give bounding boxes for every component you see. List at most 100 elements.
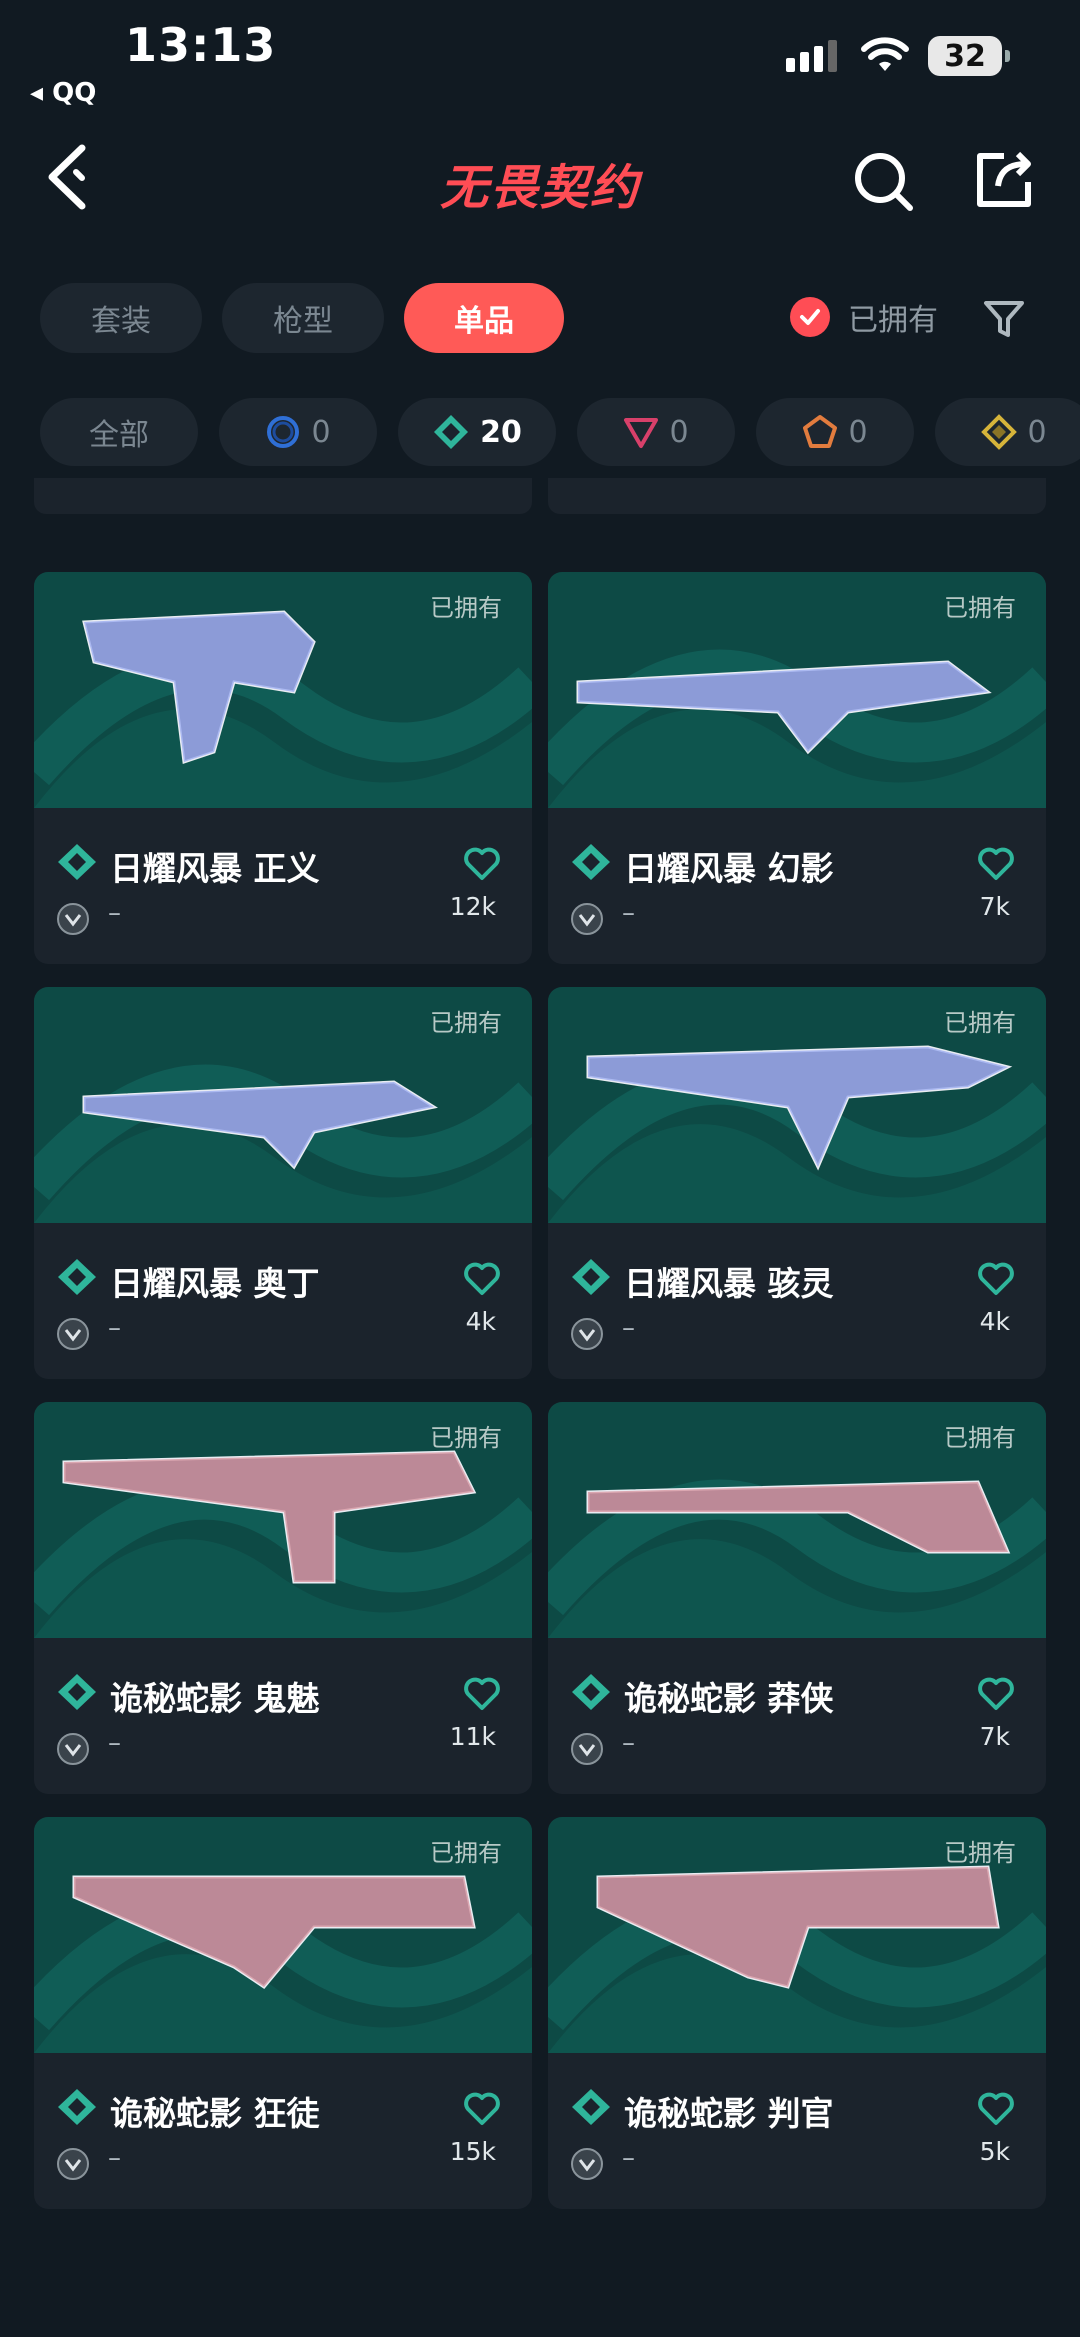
tier-filter-row: 全部 0 20 0 0 0 [0,398,1080,468]
deluxe-tier-icon [58,2089,96,2125]
skin-image: 已拥有 [548,572,1046,808]
skin-name: 诡秘蛇影 狂徒 [110,2094,320,2133]
skin-grid: 已拥有 日耀风暴 正义 – 12k 已拥有 日耀风暴 幻影 – 7k 已拥有 日… [0,478,1080,2337]
skin-grade: – [108,1313,121,1343]
tab-suit[interactable]: 套装 [40,283,202,353]
skin-name: 诡秘蛇影 判官 [624,2094,834,2133]
tier-deluxe[interactable]: 20 [398,398,556,466]
tier-premium-count: 0 [669,414,689,450]
skin-card[interactable]: 已拥有 诡秘蛇影 莽侠 – 7k [548,1402,1046,1794]
deluxe-tier-icon [572,1259,610,1295]
skin-name: 日耀风暴 幻影 [624,849,834,888]
heart-icon[interactable] [976,1259,1016,1299]
heart-icon[interactable] [976,844,1016,884]
owned-filter-toggle[interactable]: 已拥有 [790,295,938,339]
skin-grade: – [108,898,121,928]
select-tier-icon [267,416,300,448]
ultra-tier-icon [981,414,1018,450]
tab-single-item[interactable]: 单品 [404,283,564,353]
partial-card-top-left [34,478,532,514]
tier-select-count: 0 [311,414,331,450]
skin-grade: – [108,2143,121,2173]
owned-tag: 已拥有 [430,1009,502,1037]
exclusive-tier-icon [803,415,838,448]
like-count: 5k [979,2137,1010,2166]
battery-indicator: 32 [928,36,1010,76]
tier-exclusive[interactable]: 0 [756,398,914,466]
grade-badge-icon [571,903,603,935]
grade-badge-icon [571,1733,603,1765]
deluxe-tier-icon [434,415,469,449]
app-logo-title: 无畏契约 [439,160,640,216]
heart-icon[interactable] [462,2089,502,2129]
heart-icon[interactable] [462,1259,502,1299]
like-count: 4k [979,1307,1010,1336]
back-to-app-link[interactable]: ◂ QQ [30,78,96,108]
skin-card[interactable]: 已拥有 日耀风暴 骇灵 – 4k [548,987,1046,1379]
owned-tag: 已拥有 [430,1424,502,1452]
heart-icon[interactable] [976,2089,1016,2129]
deluxe-tier-icon [572,844,610,880]
share-icon[interactable] [970,146,1036,212]
like-count: 15k [449,2137,496,2166]
skin-name: 诡秘蛇影 鬼魅 [110,1679,320,1718]
tier-exclusive-count: 0 [848,414,868,450]
tier-premium[interactable]: 0 [577,398,735,466]
skin-grade: – [108,1728,121,1758]
skin-image: 已拥有 [548,1817,1046,2053]
tier-ultra[interactable]: 0 [935,398,1080,466]
premium-tier-icon [624,418,659,448]
skin-name: 诡秘蛇影 莽侠 [624,1679,834,1718]
back-arrow-icon[interactable] [42,142,102,212]
grade-badge-icon [57,1733,89,1765]
skin-image: 已拥有 [34,572,532,808]
deluxe-tier-icon [58,1259,96,1295]
heart-icon[interactable] [462,844,502,884]
skin-card[interactable]: 已拥有 日耀风暴 正义 – 12k [34,572,532,964]
skin-card[interactable]: 已拥有 诡秘蛇影 狂徒 – 15k [34,1817,532,2209]
tier-ultra-count: 0 [1027,414,1047,450]
skin-card[interactable]: 已拥有 日耀风暴 奥丁 – 4k [34,987,532,1379]
skin-card[interactable]: 已拥有 诡秘蛇影 判官 – 5k [548,1817,1046,2209]
skin-grade: – [622,898,635,928]
status-bar: 13:13 ◂ QQ 32 [0,0,1080,110]
like-count: 12k [449,892,496,921]
heart-icon[interactable] [462,1674,502,1714]
like-count: 7k [979,1722,1010,1751]
skin-card[interactable]: 已拥有 诡秘蛇影 鬼魅 – 11k [34,1402,532,1794]
skin-card[interactable]: 已拥有 日耀风暴 幻影 – 7k [548,572,1046,964]
deluxe-tier-icon [572,1674,610,1710]
heart-icon[interactable] [976,1674,1016,1714]
grade-badge-icon [57,1318,89,1350]
skin-grade: – [622,1313,635,1343]
grade-badge-icon [57,2148,89,2180]
owned-tag: 已拥有 [944,1009,1016,1037]
skin-image: 已拥有 [34,1817,532,2053]
tier-select[interactable]: 0 [219,398,377,466]
tab-weapon-type[interactable]: 枪型 [222,283,384,353]
search-icon[interactable] [850,148,916,214]
grade-badge-icon [571,2148,603,2180]
owned-tag: 已拥有 [944,1839,1016,1867]
status-time: 13:13 [125,18,277,72]
grade-badge-icon [571,1318,603,1350]
like-count: 4k [465,1307,496,1336]
signal-icon [786,40,837,72]
checkbox-checked-icon[interactable] [790,297,830,337]
deluxe-tier-icon [572,2089,610,2125]
owned-tag: 已拥有 [944,1424,1016,1452]
partial-card-top-right [548,478,1046,514]
skin-image: 已拥有 [548,1402,1046,1638]
skin-grade: – [622,1728,635,1758]
wifi-icon [861,37,909,71]
owned-tag: 已拥有 [430,594,502,622]
tier-all-label: 全部 [89,418,149,453]
owned-tag: 已拥有 [944,594,1016,622]
skin-name: 日耀风暴 奥丁 [110,1264,320,1303]
owned-tag: 已拥有 [430,1839,502,1867]
tier-all[interactable]: 全部 [40,398,198,466]
skin-image: 已拥有 [34,1402,532,1638]
status-icons: 32 [784,36,1010,76]
filter-icon[interactable] [982,297,1026,341]
owned-filter-label: 已拥有 [848,303,938,338]
